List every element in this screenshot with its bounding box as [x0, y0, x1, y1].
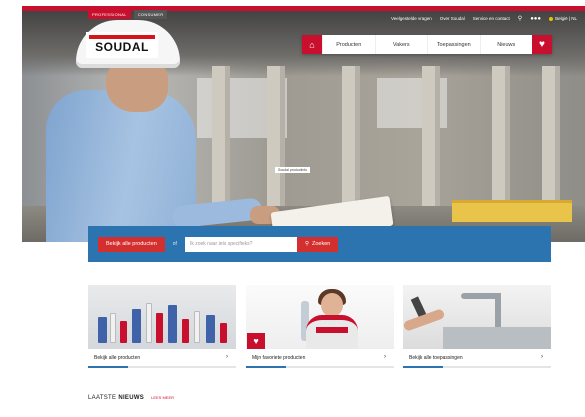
- favorites-image: ♥: [246, 285, 394, 349]
- hero-pillar: [342, 66, 360, 216]
- country-label: België | NL: [555, 16, 577, 21]
- card-label: Mijn favoriete producten: [252, 355, 306, 361]
- main-nav: ⌂ Producten Vakers Toepassingen Nieuws ♥: [302, 35, 552, 54]
- card-all-products[interactable]: Bekijk alle producten ›: [88, 285, 236, 371]
- quick-link-cards: Bekijk alle producten › ♥ Mijn favoriete…: [88, 285, 551, 371]
- utility-link-faq[interactable]: Veelgestelde vragen: [391, 16, 432, 21]
- card-favorite-products[interactable]: ♥ Mijn favoriete producten ›: [246, 285, 394, 371]
- nav-item-products[interactable]: Producten: [322, 35, 375, 54]
- product-tube: [146, 303, 152, 343]
- product-can: [206, 315, 215, 343]
- product-bottle: [156, 313, 163, 343]
- card-label: Bekijk alle producten: [94, 355, 141, 361]
- card-underline: [246, 366, 286, 368]
- chevron-right-icon: ›: [541, 354, 543, 360]
- home-icon[interactable]: ⌂: [302, 35, 322, 54]
- chevron-right-icon: ›: [226, 354, 228, 360]
- search-input[interactable]: [184, 236, 297, 252]
- shirt-print: [316, 327, 348, 333]
- card-underline-track: [128, 366, 236, 368]
- social-icons[interactable]: ●●●: [530, 16, 541, 22]
- product-tube: [110, 313, 116, 343]
- product-can: [98, 317, 107, 343]
- read-more-link[interactable]: LEES MEER: [151, 395, 174, 400]
- utility-link-contact[interactable]: Service en contact: [473, 16, 510, 21]
- country-selector[interactable]: België | NL: [549, 16, 577, 21]
- tab-professional[interactable]: PROFESSIONAL: [88, 10, 131, 19]
- hero-pillar: [267, 66, 285, 216]
- nav-item-news[interactable]: Nieuws: [479, 35, 533, 54]
- products-image: [88, 285, 236, 349]
- utility-link-about[interactable]: Over Soudal: [440, 16, 465, 21]
- hero-pillar: [212, 66, 230, 216]
- news-title: LAATSTE NIEUWS: [88, 395, 144, 401]
- product-can: [132, 309, 141, 343]
- or-text: of: [172, 241, 177, 247]
- applications-image: [403, 285, 551, 349]
- search-icon[interactable]: ⚲: [518, 15, 522, 22]
- faucet-neck: [495, 293, 501, 327]
- hero-pillar: [542, 66, 560, 216]
- card-label: Bekijk alle toepassingen: [409, 355, 463, 361]
- hero-caption: Soudal productinfo: [275, 167, 311, 173]
- nav-item-applications[interactable]: Toepassingen: [427, 35, 480, 54]
- all-products-button[interactable]: Bekijk alle producten: [98, 236, 165, 252]
- card-underline: [403, 366, 443, 368]
- chevron-right-icon: ›: [384, 354, 386, 360]
- search-button-label: Zoeken: [311, 241, 331, 247]
- product-bottle: [120, 321, 127, 343]
- segment-tabs: PROFESSIONAL CONSUMER: [88, 10, 168, 19]
- hero-pallet: [452, 200, 572, 222]
- logo-text: SOUDAL: [95, 40, 149, 54]
- card-underline-track: [443, 366, 551, 368]
- news-title-light: LAATSTE: [88, 395, 117, 401]
- flag-icon: [549, 16, 554, 21]
- nav-item-professionals[interactable]: Vakers: [374, 35, 428, 54]
- soudal-logo[interactable]: SOUDAL: [86, 32, 158, 58]
- product-bottle: [220, 323, 227, 343]
- hero-pillar: [422, 66, 440, 216]
- search-icon: ⚲: [304, 241, 309, 247]
- utility-nav: Veelgestelde vragen Over Soudal Service …: [391, 15, 577, 23]
- search-bar: Bekijk alle producten of ⚲ Zoeken: [88, 226, 551, 262]
- product-can: [168, 305, 177, 343]
- logo-red-bar: [89, 35, 155, 39]
- tab-consumer[interactable]: CONSUMER: [133, 10, 168, 19]
- news-title-bold: NIEUWS: [118, 395, 145, 401]
- sink: [443, 327, 551, 349]
- heart-icon[interactable]: ♥: [532, 35, 552, 54]
- card-all-applications[interactable]: Bekijk alle toepassingen ›: [403, 285, 551, 371]
- card-underline-track: [286, 366, 394, 368]
- heart-icon: ♥: [247, 333, 265, 349]
- product-tube: [194, 311, 200, 343]
- card-underline: [88, 366, 128, 368]
- product-bottle: [182, 319, 189, 343]
- search-button[interactable]: ⚲ Zoeken: [296, 236, 339, 252]
- person-head: [321, 293, 343, 317]
- hero-pillar: [492, 66, 510, 216]
- news-section-header: LAATSTE NIEUWS LEES MEER: [88, 395, 174, 401]
